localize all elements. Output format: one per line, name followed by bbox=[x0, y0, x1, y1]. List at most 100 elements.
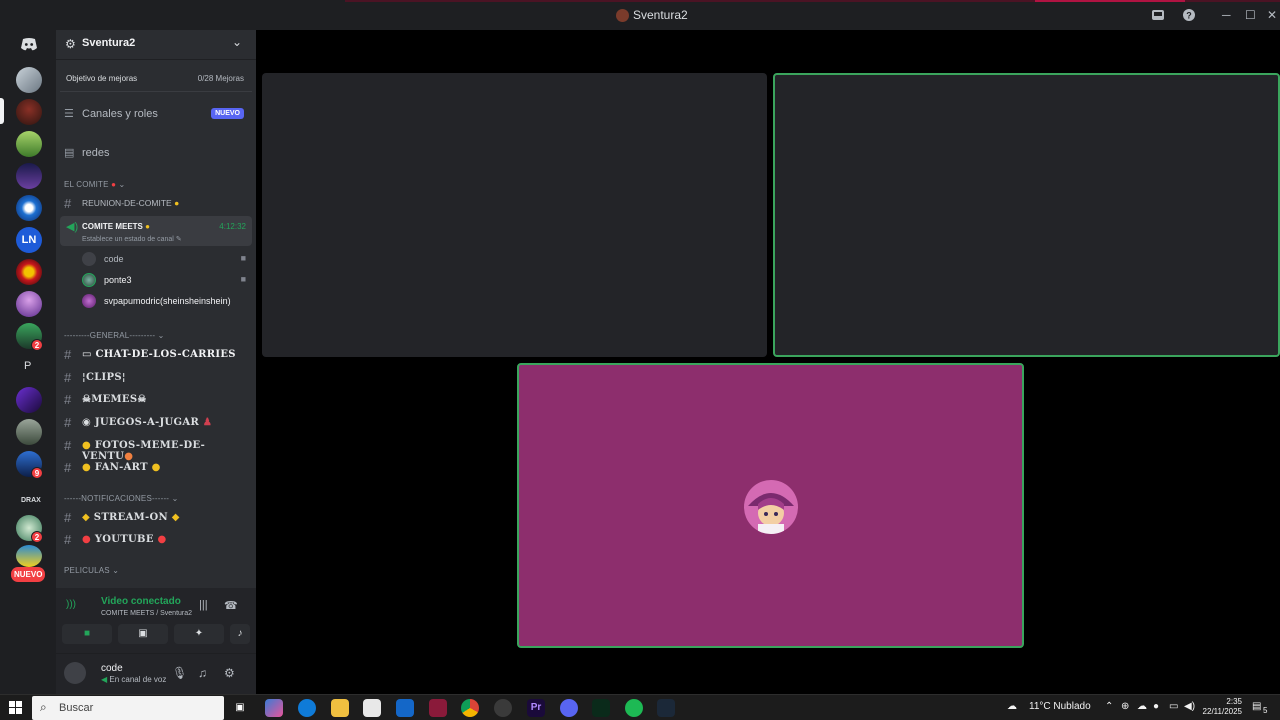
server-icon[interactable] bbox=[16, 291, 42, 317]
server-icon-letter[interactable]: P bbox=[24, 360, 31, 372]
premiere-icon[interactable]: Pr bbox=[527, 699, 545, 717]
channel-juegos-a-jugar[interactable]: # ◉ JUEGOS-A-JUGAR ♟ bbox=[60, 413, 252, 433]
video-tile-avatar[interactable] bbox=[517, 363, 1024, 648]
server-icon[interactable] bbox=[16, 131, 42, 157]
channels-and-roles-label: Canales y roles bbox=[82, 108, 158, 120]
activities-button[interactable]: ✦ bbox=[174, 624, 224, 644]
volume-icon[interactable]: ◀) bbox=[1184, 701, 1195, 712]
edge-icon[interactable] bbox=[298, 699, 316, 717]
voice-user[interactable]: ponte3 ■ bbox=[82, 270, 252, 290]
microphone-icon[interactable]: ● bbox=[1153, 701, 1159, 712]
discord-home-icon[interactable] bbox=[20, 38, 38, 51]
category-label: PELICULAS bbox=[64, 566, 110, 575]
store-icon[interactable] bbox=[363, 699, 381, 717]
server-icon[interactable] bbox=[16, 387, 42, 413]
channel-memes[interactable]: # ☠MEMES☠ bbox=[60, 390, 252, 410]
screen-share-button[interactable]: ▣ bbox=[118, 624, 168, 644]
category-general[interactable]: ---------GENERAL--------- ⌄ bbox=[64, 331, 165, 340]
channel-stream-on[interactable]: # ◆ STREAM-ON ◆ bbox=[60, 508, 252, 528]
category-notificaciones[interactable]: ------NOTIFICACIONES------ ⌄ bbox=[64, 494, 179, 503]
channels-and-roles-item[interactable]: ☰ Canales y roles NUEVO bbox=[62, 102, 250, 128]
headphones-icon[interactable]: ♫ bbox=[198, 666, 207, 680]
new-badge: NUEVO bbox=[211, 108, 244, 119]
server-icon[interactable] bbox=[16, 545, 42, 567]
maximize-button[interactable]: ☐ bbox=[1245, 8, 1256, 22]
chrome-icon[interactable] bbox=[461, 699, 479, 717]
channel-youtube[interactable]: # ● YOUTUBE ● bbox=[60, 530, 252, 550]
app-icon[interactable] bbox=[429, 699, 447, 717]
clock-time: 2:35 bbox=[1226, 697, 1242, 706]
taskbar-search[interactable]: ⌕ Buscar bbox=[32, 696, 224, 720]
channel-name: ◉ JUEGOS-A-JUGAR ♟ bbox=[82, 417, 213, 428]
windows-start-icon[interactable] bbox=[9, 701, 22, 714]
channel-chat-de-los-carries[interactable]: # ▭ CHAT-DE-LOS-CARRIES bbox=[60, 345, 252, 365]
guild-header[interactable]: ⚙ Sventura2 ⌄ bbox=[56, 30, 256, 60]
noise-suppression-icon[interactable]: ||| bbox=[199, 599, 208, 611]
system-clock[interactable]: 2:35 22/11/2025 bbox=[1200, 697, 1242, 717]
notification-icon[interactable]: ▤ bbox=[1252, 701, 1261, 712]
channel-fan-art[interactable]: # ● FAN-ART ● bbox=[60, 458, 252, 478]
channel-clips[interactable]: # ¦CLIPS¦ bbox=[60, 368, 252, 388]
server-icon[interactable] bbox=[16, 259, 42, 285]
server-label-drax[interactable]: DRAX bbox=[21, 497, 41, 504]
video-tile[interactable] bbox=[262, 73, 767, 357]
copilot-icon[interactable] bbox=[265, 699, 283, 717]
steam-icon[interactable] bbox=[657, 699, 675, 717]
redes-label: redes bbox=[82, 147, 110, 159]
disconnect-icon[interactable]: ☎ bbox=[224, 599, 238, 612]
discord-taskbar-icon[interactable] bbox=[560, 699, 578, 717]
flex-icon: ● bbox=[151, 462, 161, 473]
task-view-icon[interactable]: ▣ bbox=[231, 699, 249, 717]
video-connected-label[interactable]: Video conectado bbox=[101, 596, 181, 607]
spotify-icon[interactable] bbox=[625, 699, 643, 717]
user-name[interactable]: code bbox=[101, 663, 123, 674]
voice-user-name: ponte3 bbox=[104, 275, 132, 285]
voice-channel-comite-meets[interactable]: ◀) COMITE MEETS ● 4:12:32 Establece un e… bbox=[60, 216, 252, 246]
camera-toggle-button[interactable]: ■ bbox=[62, 624, 112, 644]
signal-icon[interactable]: ))) bbox=[66, 599, 76, 610]
voice-user[interactable]: code ■ bbox=[82, 249, 252, 269]
github-icon[interactable] bbox=[494, 699, 512, 717]
server-icon[interactable] bbox=[16, 419, 42, 445]
close-button[interactable]: ✕ bbox=[1267, 8, 1277, 22]
minimize-button[interactable]: ─ bbox=[1222, 8, 1231, 22]
category-peliculas[interactable]: PELICULAS ⌄ bbox=[64, 566, 119, 575]
outlook-icon[interactable] bbox=[396, 699, 414, 717]
inbox-icon[interactable] bbox=[1151, 8, 1165, 25]
terminal-icon[interactable] bbox=[592, 699, 610, 717]
server-icon[interactable] bbox=[16, 195, 42, 221]
skull-icon: ☠ bbox=[82, 394, 92, 405]
tray-chevron-icon[interactable]: ⌃ bbox=[1105, 701, 1113, 712]
voice-user[interactable]: svpapumodric(sheinsheinshein) bbox=[82, 291, 252, 311]
boost-goal-bar[interactable]: Objetivo de mejoras 0/28 Mejoras bbox=[60, 64, 252, 92]
channel-reunion-de-comite[interactable]: # REUNION-DE-COMITE ● bbox=[60, 194, 252, 214]
channel-fotos-meme-de-ventu[interactable]: # ● FOTOS-MEME-DE-VENTU● bbox=[60, 436, 252, 462]
server-icon-current[interactable] bbox=[16, 99, 42, 125]
server-mention-badge: 2 bbox=[31, 531, 43, 543]
gear-icon[interactable]: ⚙ bbox=[224, 666, 235, 680]
redes-item[interactable]: ▤ redes bbox=[62, 141, 250, 167]
svg-text:?: ? bbox=[1186, 11, 1192, 21]
microphone-icon[interactable]: 🎙 bbox=[172, 666, 187, 680]
video-tile-speaking[interactable] bbox=[773, 73, 1280, 357]
weather-icon[interactable]: ☁ bbox=[1007, 701, 1017, 712]
avatar[interactable] bbox=[64, 662, 86, 684]
category-el-comite[interactable]: EL COMITE ● ⌄ bbox=[64, 180, 125, 189]
server-icon[interactable] bbox=[16, 67, 42, 93]
server-icon[interactable]: LN bbox=[16, 227, 42, 253]
weather-text[interactable]: 11°C Nublado bbox=[1029, 701, 1091, 712]
server-icon[interactable] bbox=[16, 163, 42, 189]
network-icon[interactable]: ▭ bbox=[1169, 701, 1178, 712]
soundboard-button[interactable]: ♪ bbox=[230, 624, 250, 644]
speaker-icon: ◀) bbox=[66, 221, 79, 233]
windows-taskbar: ⌕ Buscar ▣ Pr ☁ 11°C Nublado ⌃ ⊕ ☁ ● ▭ ◀… bbox=[0, 694, 1280, 720]
help-icon[interactable]: ? bbox=[1182, 8, 1196, 25]
voice-location[interactable]: COMITE MEETS / Sventura2 bbox=[101, 610, 192, 617]
tray-app-icon[interactable]: ⊕ bbox=[1121, 701, 1129, 712]
channel-name: REUNION-DE-COMITE ● bbox=[82, 198, 180, 208]
avatar bbox=[82, 252, 96, 266]
avatar bbox=[82, 273, 96, 287]
set-channel-status[interactable]: Establece un estado de canal ✎ bbox=[82, 235, 182, 243]
tray-app-icon[interactable]: ☁ bbox=[1137, 701, 1147, 712]
file-explorer-icon[interactable] bbox=[331, 699, 349, 717]
